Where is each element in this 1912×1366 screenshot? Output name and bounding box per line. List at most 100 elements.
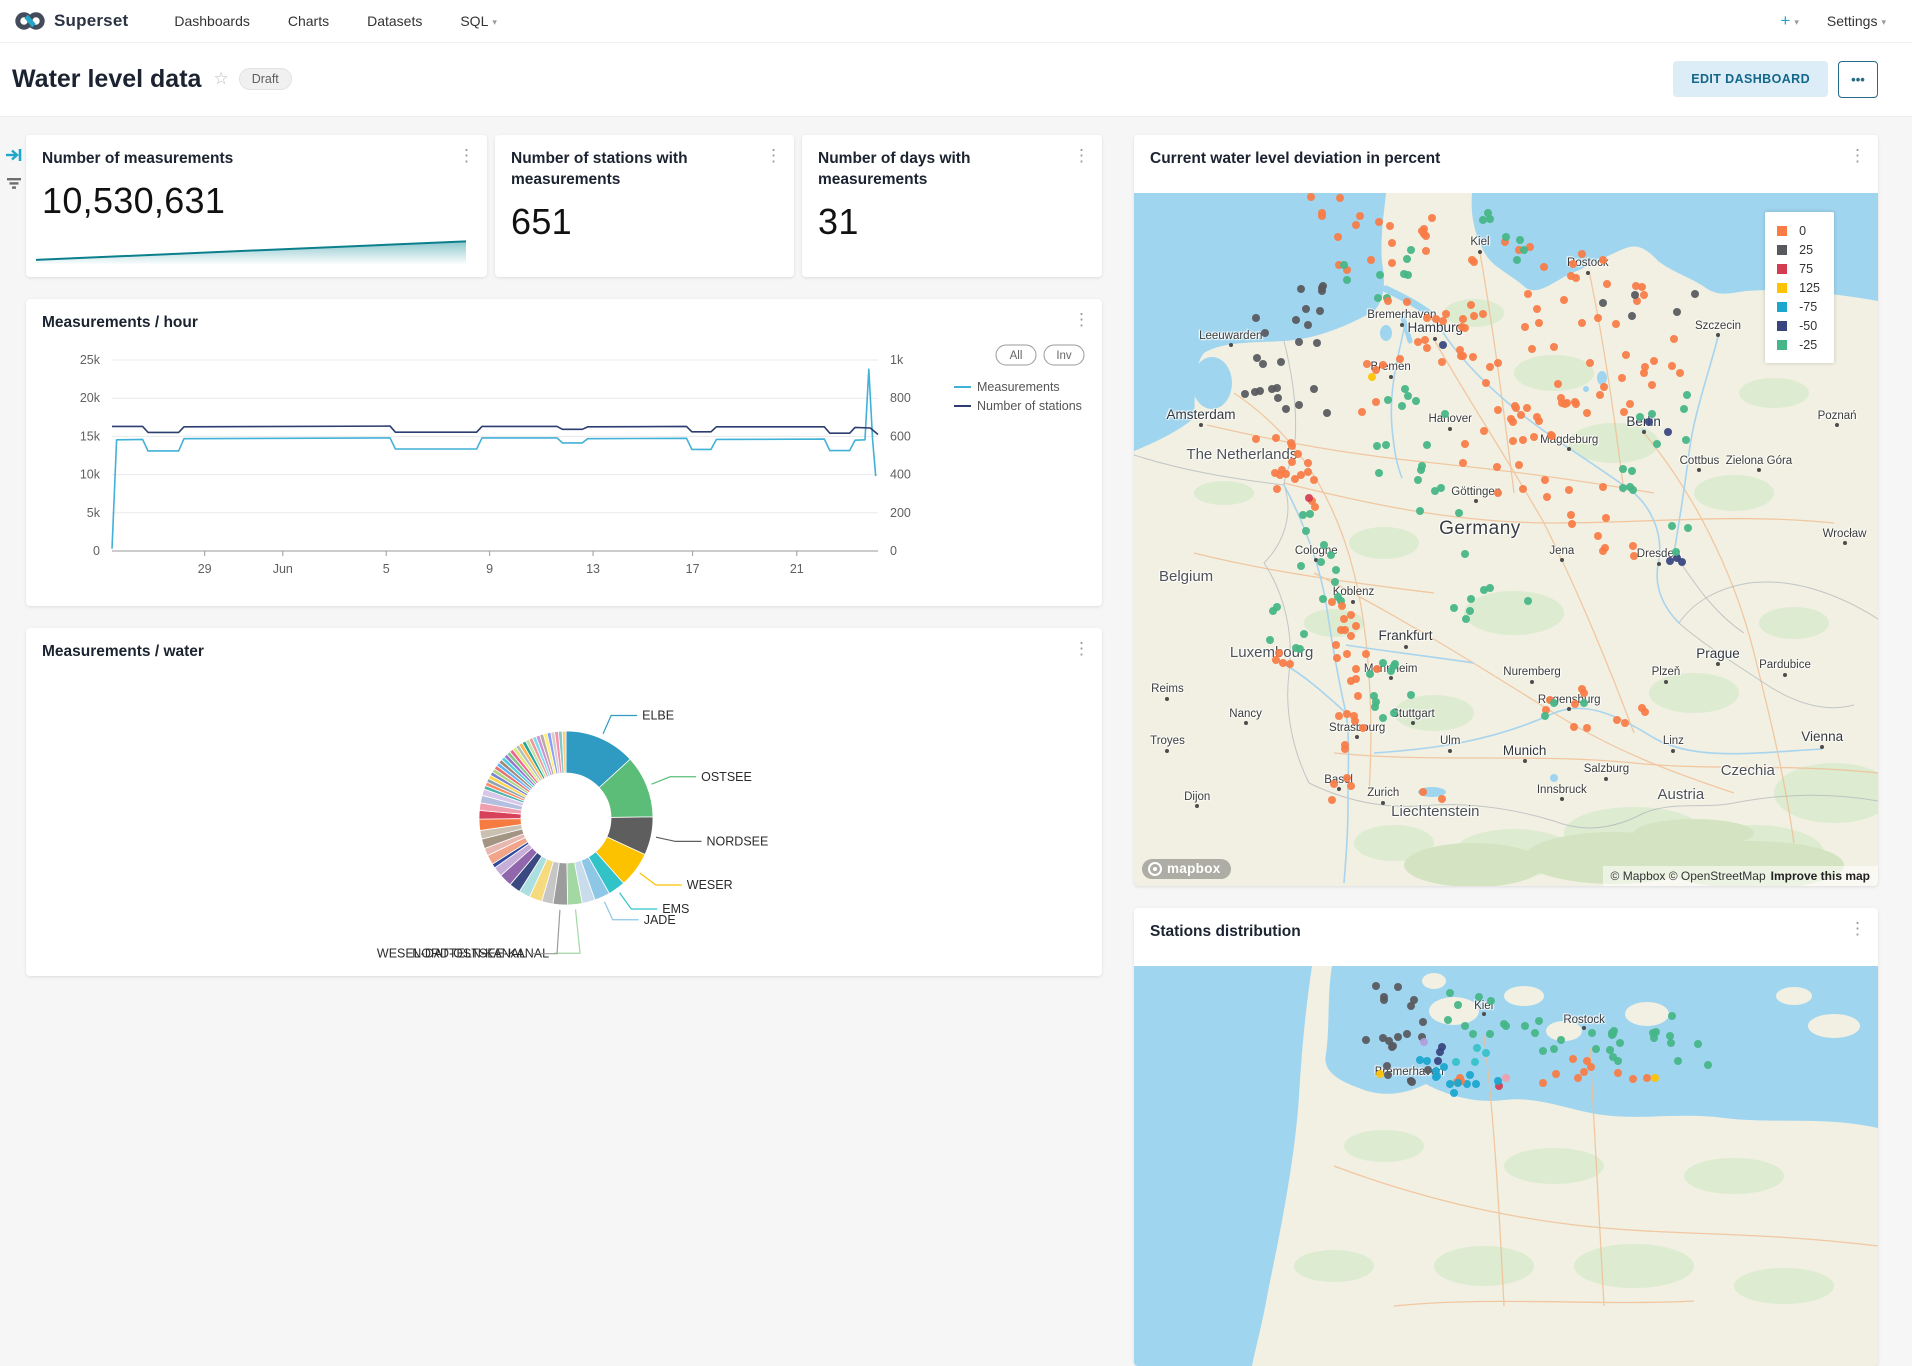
- station-dot: [1502, 1022, 1510, 1030]
- legend-swatch-icon: [1777, 340, 1787, 350]
- city-label: Leeuwarden: [1199, 330, 1262, 342]
- kebab-menu-icon[interactable]: ⋮: [458, 147, 475, 164]
- legend-toggle-inv[interactable]: Inv: [1044, 345, 1084, 365]
- station-dot: [1441, 410, 1449, 418]
- station-dot: [1603, 280, 1611, 288]
- station-dot: [1422, 232, 1430, 240]
- expand-filter-bar-icon[interactable]: [5, 146, 23, 169]
- nav-sql[interactable]: SQL▾: [460, 13, 497, 29]
- station-dot: [1684, 524, 1692, 532]
- station-dot: [1446, 1080, 1454, 1088]
- country-label: The Netherlands: [1186, 446, 1297, 463]
- station-dot: [1614, 1069, 1622, 1077]
- legend-toggle-all[interactable]: All: [996, 345, 1036, 365]
- edit-dashboard-button[interactable]: EDIT DASHBOARD: [1673, 61, 1828, 97]
- donut-chart[interactable]: ELBEOSTSEENORDSEEWESEREMSJADENORD-OSTSEE…: [26, 668, 1102, 970]
- legend-label: 25: [1799, 243, 1813, 257]
- nav-dashboards[interactable]: Dashboards: [174, 13, 250, 29]
- city-label: Linz: [1663, 735, 1684, 747]
- legend-item[interactable]: Number of stations: [954, 399, 1082, 413]
- legend-label: 75: [1799, 262, 1813, 276]
- legend-row: 75: [1777, 259, 1820, 278]
- favorite-star-icon[interactable]: ☆: [213, 69, 228, 89]
- station-dot: [1614, 1057, 1622, 1065]
- station-dot: [1673, 308, 1681, 316]
- add-new-button[interactable]: +▾: [1780, 11, 1798, 31]
- city-label: Amsterdam: [1166, 407, 1235, 422]
- station-dot: [1461, 550, 1469, 558]
- legend-swatch-icon: [1777, 245, 1787, 255]
- station-dot: [1509, 418, 1517, 426]
- kebab-menu-icon[interactable]: ⋮: [765, 147, 782, 164]
- station-dot: [1535, 319, 1543, 327]
- chart-title: Stations distribution: [1134, 908, 1878, 943]
- city-label: Zielona Góra: [1726, 455, 1792, 467]
- improve-map-link[interactable]: Improve this map: [1771, 869, 1870, 883]
- station-dot: [1372, 366, 1380, 374]
- station-dot: [1288, 458, 1296, 466]
- nav-charts[interactable]: Charts: [288, 13, 329, 29]
- station-dot: [1682, 436, 1690, 444]
- superset-logo-icon[interactable]: [14, 10, 46, 32]
- station-dot: [1469, 1030, 1477, 1038]
- filter-bar-rail: [0, 116, 28, 1081]
- station-dot: [1619, 465, 1627, 473]
- kpi-sparkline: [36, 233, 466, 265]
- svg-text:Inv: Inv: [1056, 350, 1072, 362]
- station-dot: [1596, 391, 1604, 399]
- settings-menu[interactable]: Settings▾: [1827, 13, 1886, 29]
- kebab-menu-icon[interactable]: ⋮: [1073, 311, 1090, 328]
- station-dot: [1533, 305, 1541, 313]
- station-dot: [1541, 476, 1549, 484]
- city-label: Cottbus: [1680, 455, 1720, 467]
- kebab-menu-icon[interactable]: ⋮: [1849, 147, 1866, 164]
- station-dot: [1287, 439, 1295, 447]
- svg-text:Measurements: Measurements: [977, 380, 1060, 394]
- kebab-menu-icon[interactable]: ⋮: [1073, 640, 1090, 657]
- filter-icon[interactable]: [5, 174, 23, 197]
- line-chart[interactable]: 005k20010k40015k60020k80025k1k29Jun59131…: [26, 341, 1102, 601]
- station-dot: [1272, 434, 1280, 442]
- deviation-map[interactable]: Leeuwarden Amsterdam The Netherlands Belgiu…: [1134, 193, 1878, 886]
- city-label: Poznań: [1818, 410, 1857, 422]
- kpi-title: Number of measurements: [26, 135, 487, 170]
- more-actions-button[interactable]: •••: [1838, 61, 1878, 98]
- station-dot: [1535, 1017, 1543, 1025]
- brand-name[interactable]: Superset: [54, 11, 128, 31]
- station-dot: [1256, 387, 1264, 395]
- kebab-menu-icon[interactable]: ⋮: [1849, 920, 1866, 937]
- station-dot: [1363, 360, 1371, 368]
- station-dot: [1320, 541, 1328, 549]
- mapbox-logo[interactable]: mapbox: [1142, 859, 1231, 879]
- station-dot: [1557, 394, 1565, 402]
- station-dot: [1434, 1057, 1442, 1065]
- station-dot: [1540, 263, 1548, 271]
- legend-item[interactable]: Measurements: [954, 380, 1060, 394]
- station-dot: [1626, 400, 1634, 408]
- legend-row: -25: [1777, 335, 1820, 354]
- station-dot: [1372, 398, 1380, 406]
- city-marker: [1400, 323, 1404, 327]
- station-dot: [1388, 1043, 1396, 1051]
- station-dot: [1494, 406, 1502, 414]
- legend-label: -75: [1799, 300, 1817, 314]
- station-dot: [1398, 402, 1406, 410]
- station-dot: [1618, 374, 1626, 382]
- kebab-menu-icon[interactable]: ⋮: [1073, 147, 1090, 164]
- station-dot: [1300, 630, 1308, 638]
- country-label: Belgium: [1159, 568, 1213, 585]
- legend-row: -50: [1777, 316, 1820, 335]
- station-dot: [1484, 209, 1492, 217]
- city-label: Prague: [1696, 646, 1740, 661]
- nav-datasets[interactable]: Datasets: [367, 13, 422, 29]
- station-dot: [1583, 409, 1591, 417]
- station-dot: [1343, 774, 1351, 782]
- mapbox-circle-icon: [1148, 862, 1162, 876]
- svg-text:25k: 25k: [80, 353, 101, 367]
- city-label: Kiel: [1470, 236, 1489, 248]
- stations-map[interactable]: KielRostockBremerhaven: [1134, 966, 1878, 1366]
- country-label: Liechtenstein: [1391, 803, 1479, 820]
- station-dot: [1327, 551, 1335, 559]
- station-dot: [1407, 246, 1415, 254]
- station-dot: [1419, 1018, 1427, 1026]
